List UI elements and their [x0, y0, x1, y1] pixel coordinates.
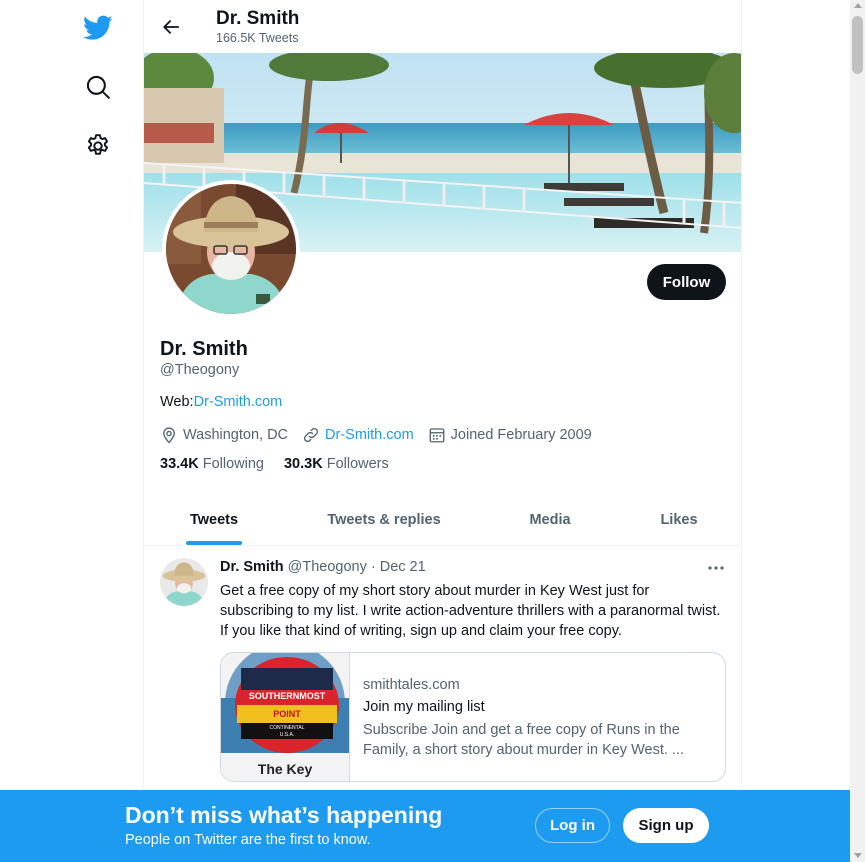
more-options-icon[interactable] — [706, 558, 726, 578]
buoy-text-southernmost: SOUTHERNMOST — [249, 691, 326, 701]
search-icon[interactable] — [80, 69, 116, 105]
signup-banner-title: Don’t miss what’s happening — [125, 802, 443, 828]
twitter-bird-icon[interactable] — [80, 10, 116, 46]
profile-header-bar: Dr. Smith 166.5K Tweets — [144, 0, 741, 53]
buoy-text-usa: U.S.A. — [280, 732, 294, 738]
following-stat[interactable]: 33.4K Following — [160, 456, 264, 472]
signup-banner-subtitle: People on Twitter are the first to know. — [125, 832, 371, 848]
card-thumbnail: SOUTHERNMOST POINT CONTINENTAL U.S.A. Th… — [221, 653, 350, 781]
card-title: Join my mailing list — [363, 699, 485, 715]
joined-text: Joined February 2009 — [450, 427, 592, 443]
bio-prefix: Web: — [160, 394, 194, 410]
gear-icon[interactable] — [80, 128, 116, 164]
profile-handle: @Theogony — [160, 362, 240, 378]
tab-tweets[interactable]: Tweets — [144, 493, 284, 546]
website-item: Dr-Smith.com — [302, 426, 414, 444]
follow-button[interactable]: Follow — [647, 264, 726, 300]
tweet-avatar[interactable] — [160, 558, 208, 606]
bio-link[interactable]: Dr-Smith.com — [194, 394, 283, 410]
tweet-handle[interactable]: @Theogony — [288, 559, 367, 575]
active-tab-indicator — [186, 541, 242, 545]
card-description: Subscribe Join and get a free copy of Ru… — [363, 722, 684, 758]
tweet-header: Dr. Smith @Theogony · Dec 21 — [220, 559, 426, 575]
follow-stats: 33.4K Following 30.3K Followers — [160, 456, 409, 472]
tab-tweets-replies[interactable]: Tweets & replies — [284, 493, 484, 546]
back-arrow-icon[interactable] — [154, 10, 188, 44]
page-scrollbar[interactable] — [850, 0, 865, 862]
tab-media[interactable]: Media — [484, 493, 616, 546]
profile-meta: Washington, DC Dr-Smith.com Joined Febru… — [160, 424, 606, 446]
location-pin-icon — [163, 427, 175, 444]
website-link[interactable]: Dr-Smith.com — [325, 427, 414, 443]
followers-stat[interactable]: 30.3K Followers — [284, 456, 389, 472]
header-profile-name: Dr. Smith — [216, 8, 300, 29]
joined-item: Joined February 2009 — [428, 426, 592, 444]
following-label: Following — [202, 456, 264, 472]
signup-banner: Don’t miss what’s happening People on Tw… — [0, 790, 850, 862]
profile-avatar[interactable] — [162, 180, 300, 318]
tab-likes[interactable]: Likes — [616, 493, 741, 546]
followers-count: 30.3K — [283, 456, 323, 472]
scroll-up-arrow-icon[interactable] — [854, 3, 862, 8]
buoy-text-point: POINT — [273, 709, 301, 719]
profile-name: Dr. Smith — [160, 338, 248, 360]
login-button[interactable]: Log in — [535, 808, 610, 843]
scroll-down-arrow-icon[interactable] — [854, 853, 862, 858]
tweet-separator: · — [370, 559, 376, 575]
profile-bio: Web:Dr-Smith.com — [160, 394, 282, 410]
tweet-date[interactable]: Dec 21 — [380, 559, 426, 575]
link-icon — [304, 427, 319, 443]
profile-column: Dr. Smith 166.5K Tweets Follow Dr. Smith… — [143, 0, 742, 862]
profile-tabs: Tweets Tweets & replies Media Likes — [144, 493, 741, 546]
calendar-icon — [429, 428, 445, 443]
header-tweet-count: 166.5K Tweets — [216, 31, 299, 45]
scrollbar-thumb[interactable] — [852, 16, 863, 74]
tweet-author[interactable]: Dr. Smith — [220, 559, 284, 575]
tweet-text: Get a free copy of my short story about … — [220, 583, 721, 639]
buoy-text-continental: CONTINENTAL — [270, 725, 305, 731]
location-item: Washington, DC — [160, 426, 288, 444]
link-preview-card[interactable]: SOUTHERNMOST POINT CONTINENTAL U.S.A. Th… — [220, 652, 726, 782]
followers-label: Followers — [326, 456, 389, 472]
signup-button[interactable]: Sign up — [623, 808, 709, 843]
card-domain: smithtales.com — [363, 677, 460, 693]
card-image-caption: The Key — [258, 761, 313, 777]
left-nav — [0, 0, 143, 862]
following-count: 33.4K — [160, 456, 199, 472]
location-text: Washington, DC — [183, 427, 289, 443]
